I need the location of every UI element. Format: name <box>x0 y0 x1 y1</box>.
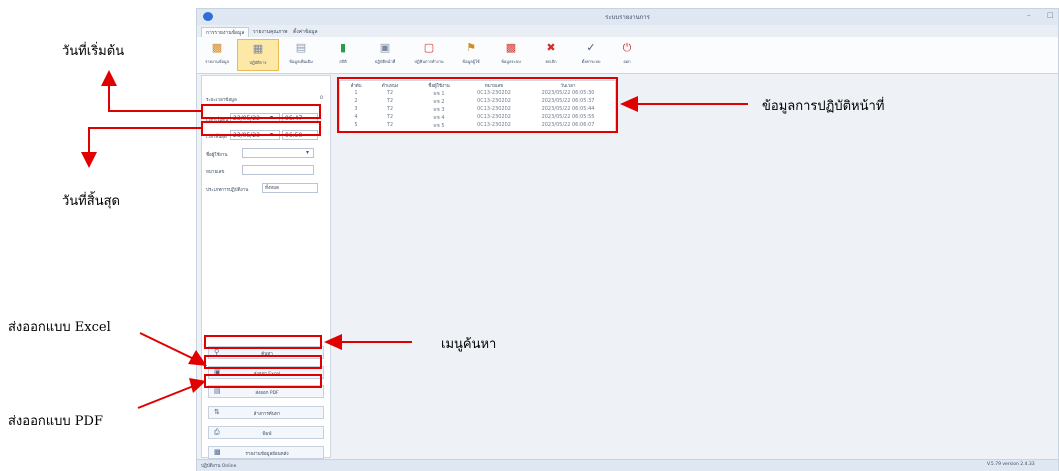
annotation-arrows <box>81 70 748 409</box>
annotation-export-pdf: ส่งออกแบบ PDF <box>8 414 103 429</box>
annotation-end-date: วันที่สิ้นสุด <box>62 194 120 209</box>
annotation-search-menu: เมนูค้นหา <box>441 337 497 352</box>
annotation-start-date: วันที่เริ่มต้น <box>62 44 125 59</box>
annotation-export-excel: ส่งออกแบบ Excel <box>8 320 111 335</box>
annotation-duty-data: ข้อมูลการปฏิบัติหน้าที่ <box>762 99 885 114</box>
